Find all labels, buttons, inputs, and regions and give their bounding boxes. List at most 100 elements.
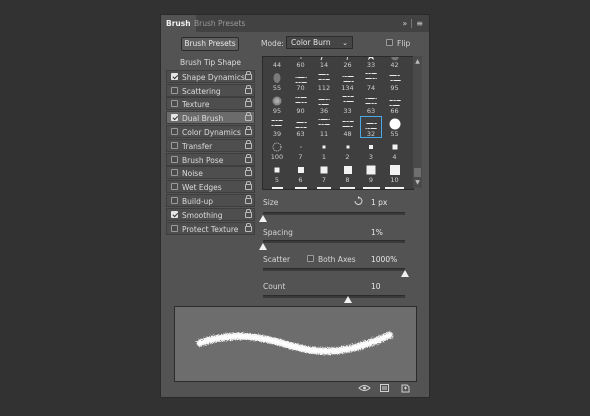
- count-slider-track[interactable]: [263, 295, 405, 298]
- option-checkbox[interactable]: [171, 72, 178, 80]
- brush-tip-cell[interactable]: 55: [266, 70, 288, 92]
- option-checkbox[interactable]: [171, 155, 178, 163]
- brush-tip-cell[interactable]: [337, 185, 359, 189]
- eye-toggle-icon[interactable]: [358, 384, 371, 392]
- brush-tip-cell[interactable]: 32: [360, 116, 382, 138]
- scatter-value[interactable]: 1000%: [371, 255, 397, 264]
- tab-brush-presets[interactable]: Brush Presets: [189, 15, 250, 32]
- both-axes-checkbox[interactable]: [307, 255, 314, 262]
- brush-tip-cell[interactable]: 39: [266, 116, 288, 138]
- lock-icon[interactable]: [245, 153, 252, 163]
- lock-icon[interactable]: [245, 139, 252, 149]
- option-build-up[interactable]: Build-up: [166, 193, 255, 207]
- brush-tip-cell[interactable]: 5: [266, 162, 288, 184]
- lock-icon[interactable]: [245, 98, 252, 108]
- brush-tip-cell[interactable]: 26: [337, 57, 359, 69]
- option-dual-brush[interactable]: Dual Brush: [166, 111, 255, 125]
- lock-icon[interactable]: [245, 222, 252, 232]
- brush-tip-cell[interactable]: 7: [313, 162, 335, 184]
- option-brush-pose[interactable]: Brush Pose: [166, 152, 255, 166]
- option-checkbox[interactable]: [171, 141, 178, 149]
- option-checkbox[interactable]: [171, 86, 178, 94]
- brush-tip-cell[interactable]: 74: [360, 70, 382, 92]
- brush-tip-cell[interactable]: 3: [360, 139, 382, 161]
- scatter-slider-knob[interactable]: [401, 270, 409, 277]
- option-noise[interactable]: Noise: [166, 166, 255, 180]
- brush-tip-cell[interactable]: 1: [313, 139, 335, 161]
- option-checkbox[interactable]: [171, 114, 178, 122]
- brush-tip-cell[interactable]: 134: [337, 70, 359, 92]
- new-preset-icon[interactable]: [401, 384, 410, 393]
- option-checkbox[interactable]: [171, 224, 178, 232]
- brush-tip-cell[interactable]: 36: [313, 93, 335, 115]
- brush-tip-cell[interactable]: 55: [384, 116, 406, 138]
- option-wet-edges[interactable]: Wet Edges: [166, 180, 255, 194]
- option-checkbox[interactable]: [171, 196, 178, 204]
- option-checkbox[interactable]: [171, 100, 178, 108]
- brush-tip-cell[interactable]: 33: [337, 93, 359, 115]
- brush-tip-cell[interactable]: 90: [290, 93, 312, 115]
- brush-tip-cell[interactable]: [290, 185, 312, 189]
- lock-icon[interactable]: [245, 194, 252, 204]
- lock-icon[interactable]: [245, 70, 252, 80]
- size-slider-knob[interactable]: [259, 215, 267, 222]
- brush-tip-cell[interactable]: 9: [360, 162, 382, 184]
- brush-tip-cell[interactable]: [360, 185, 382, 189]
- brush-tip-cell[interactable]: 48: [337, 116, 359, 138]
- lock-icon[interactable]: [245, 125, 252, 135]
- option-color-dynamics[interactable]: Color Dynamics: [166, 124, 255, 138]
- size-value[interactable]: 1 px: [371, 198, 387, 207]
- flip-checkbox[interactable]: [386, 39, 393, 46]
- count-slider-knob[interactable]: [344, 296, 353, 303]
- brush-tip-cell[interactable]: 95: [384, 70, 406, 92]
- count-value[interactable]: 10: [371, 282, 381, 291]
- brush-tip-cell[interactable]: 14: [313, 57, 335, 69]
- lock-icon[interactable]: [245, 112, 252, 122]
- brush-tip-cell[interactable]: 10: [384, 162, 406, 184]
- brush-tip-cell[interactable]: 95: [266, 93, 288, 115]
- brush-tip-cell[interactable]: 11: [313, 116, 335, 138]
- lock-icon[interactable]: [245, 181, 252, 191]
- mode-select[interactable]: Color Burn ⌄: [286, 36, 353, 49]
- lock-icon[interactable]: [245, 208, 252, 218]
- size-slider-track[interactable]: [263, 212, 405, 215]
- brush-tip-cell[interactable]: 112: [313, 70, 335, 92]
- brush-tip-cell[interactable]: 2: [337, 139, 359, 161]
- panel-menu-icon[interactable]: ≡: [416, 19, 423, 28]
- brush-tip-cell[interactable]: 60: [290, 57, 312, 69]
- option-shape-dynamics[interactable]: Shape Dynamics: [166, 69, 255, 83]
- brush-tip-cell[interactable]: 44: [266, 57, 288, 69]
- scrollbar-thumb[interactable]: [414, 168, 421, 177]
- option-checkbox[interactable]: [171, 127, 178, 135]
- brush-tip-cell[interactable]: 70: [290, 70, 312, 92]
- expand-arrows-icon[interactable]: »: [402, 19, 407, 28]
- brush-tip-cell[interactable]: [384, 185, 406, 189]
- brush-grid-icon[interactable]: [380, 384, 389, 392]
- reset-size-icon[interactable]: [353, 196, 364, 206]
- brush-tip-cell[interactable]: 4: [384, 139, 406, 161]
- option-smoothing[interactable]: Smoothing: [166, 207, 255, 221]
- scatter-slider-track[interactable]: [263, 268, 405, 271]
- spacing-slider-knob[interactable]: [259, 243, 267, 250]
- brush-tip-cell[interactable]: 6: [290, 162, 312, 184]
- spacing-slider-track[interactable]: [263, 240, 405, 243]
- lock-icon[interactable]: [245, 84, 252, 94]
- option-brush-tip-shape[interactable]: Brush Tip Shape: [166, 56, 255, 69]
- option-protect-texture[interactable]: Protect Texture: [166, 221, 255, 235]
- brush-presets-button[interactable]: Brush Presets: [181, 37, 239, 51]
- brush-tip-cell[interactable]: 8: [337, 162, 359, 184]
- brush-tip-cell[interactable]: [313, 185, 335, 189]
- brush-tip-cell[interactable]: 33: [360, 57, 382, 69]
- option-texture[interactable]: Texture: [166, 97, 255, 111]
- lock-icon[interactable]: [245, 167, 252, 177]
- scroll-up-icon[interactable]: ▲: [414, 58, 421, 65]
- grid-scrollbar[interactable]: ▲ ▼: [413, 56, 422, 188]
- brush-tip-cell[interactable]: [266, 185, 288, 189]
- option-checkbox[interactable]: [171, 210, 178, 218]
- brush-tip-cell[interactable]: 63: [360, 93, 382, 115]
- scroll-down-icon[interactable]: ▼: [414, 179, 421, 186]
- option-transfer[interactable]: Transfer: [166, 138, 255, 152]
- option-checkbox[interactable]: [171, 183, 178, 191]
- brush-tip-cell[interactable]: 7: [290, 139, 312, 161]
- option-scattering[interactable]: Scattering: [166, 83, 255, 97]
